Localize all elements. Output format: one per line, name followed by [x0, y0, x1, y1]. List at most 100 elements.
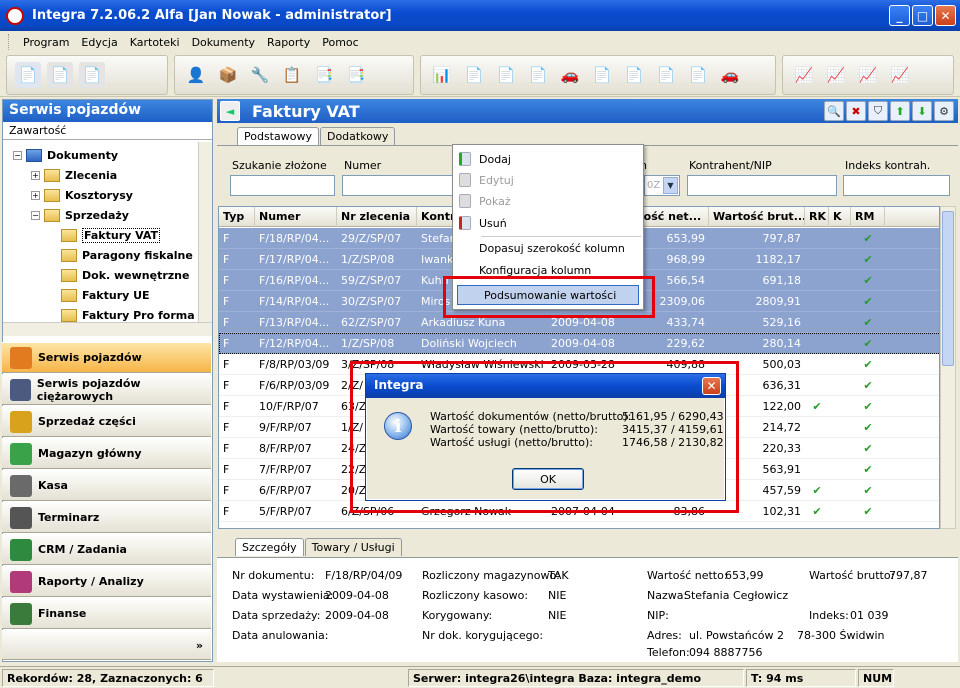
context-menu-item[interactable]: Dodaj [453, 148, 643, 170]
tree-item[interactable]: Faktury Pro forma [61, 306, 195, 322]
tools-icon[interactable]: 🔧 [247, 62, 273, 88]
report-s-icon[interactable]: 📈 [791, 62, 817, 88]
tree-item[interactable]: + Zlecenia [31, 166, 117, 184]
cell-brut: 2809,91 [755, 295, 802, 308]
ok-button[interactable]: OK [512, 468, 584, 490]
new-doc-icon[interactable]: 📄 [15, 62, 41, 88]
context-menu-item[interactable]: Dopasuj szerokość kolumn [453, 237, 643, 259]
tab-podstawowy[interactable]: Podstawowy [237, 127, 319, 145]
nav-button[interactable]: Serwis pojazdów [2, 342, 211, 373]
dialog-close-icon[interactable]: ✕ [702, 377, 721, 395]
folder-icon [61, 288, 77, 302]
doc-b-icon[interactable]: 📄 [493, 62, 519, 88]
nav-more-button[interactable]: » [2, 630, 211, 660]
nav-button[interactable]: Finanse [2, 598, 211, 629]
doc-e-icon[interactable]: 📄 [621, 62, 647, 88]
back-icon[interactable]: ◄ [220, 101, 240, 121]
search-icon[interactable]: 🔍 [824, 101, 844, 121]
doc-d-icon[interactable]: 📄 [589, 62, 615, 88]
nav-button[interactable]: Magazyn główny [2, 438, 211, 469]
tab-dodatkowy[interactable]: Dodatkowy [319, 127, 396, 145]
clear-filter-icon[interactable]: ✖ [846, 101, 866, 121]
column-header[interactable]: Nr zlecenia [337, 207, 417, 227]
nav-button[interactable]: Terminarz [2, 502, 211, 533]
box-icon[interactable]: 📦 [215, 62, 241, 88]
car-doc-icon[interactable]: 🚗 [717, 62, 743, 88]
list-check-icon[interactable]: 📑 [343, 62, 369, 88]
tree-hscrollbar[interactable] [3, 322, 212, 336]
column-header[interactable]: Wartość brut... [709, 207, 805, 227]
close-button[interactable]: ✕ [935, 5, 956, 26]
table-row[interactable]: F F/12/RP/04... 1/Z/SP/08 Doliński Wojciech… [219, 333, 939, 354]
context-menu-item[interactable]: Usuń [453, 212, 643, 234]
minimize-button[interactable]: _ [889, 5, 910, 26]
nav-button[interactable]: Serwis pojazdów ciężarowych [2, 374, 211, 405]
tree-item[interactable]: Paragony fiskalne [61, 246, 193, 264]
tree-item[interactable]: Faktury VAT [61, 226, 161, 244]
column-header[interactable]: RM [851, 207, 885, 227]
nav-button-label: Sprzedaż części [38, 415, 136, 428]
tab-szczegoly[interactable]: Szczegóły [235, 538, 304, 556]
menu-kartoteki[interactable]: Kartoteki [124, 36, 186, 49]
menu-raporty[interactable]: Raporty [261, 36, 316, 49]
tree-item[interactable]: − Sprzedaży [31, 206, 129, 224]
collapse-icon[interactable]: − [13, 150, 22, 160]
contractor-icon[interactable]: 📋 [279, 62, 305, 88]
nav-button[interactable]: Kasa [2, 470, 211, 501]
menu-program[interactable]: Program [17, 36, 75, 49]
tree-item[interactable]: − Dokumenty [13, 146, 118, 164]
report-f-icon[interactable]: 📈 [855, 62, 881, 88]
index-input[interactable] [843, 175, 950, 196]
cell-rm: ✔ [863, 484, 873, 497]
contractor-input[interactable] [687, 175, 837, 196]
search-number-input[interactable] [342, 175, 457, 196]
cell-zlec: 62/Z/SP/07 [341, 316, 402, 329]
nav-button[interactable]: Raporty / Analizy [2, 566, 211, 597]
doc-c-icon[interactable]: 📄 [525, 62, 551, 88]
chevron-down-icon[interactable]: ▼ [663, 177, 678, 194]
tree-scrollbar[interactable] [198, 142, 212, 322]
grid-scrollbar[interactable] [940, 206, 956, 529]
context-menu-item[interactable]: Pokaż [453, 190, 643, 212]
menu-dokumenty[interactable]: Dokumenty [186, 36, 261, 49]
cash-settled-value: NIE [548, 589, 567, 602]
doc-g-icon[interactable]: 📄 [685, 62, 711, 88]
list-icon[interactable]: 📑 [311, 62, 337, 88]
dialog-line-goods-label: Wartość towary (netto/brutto): [430, 423, 598, 436]
nav-button[interactable]: CRM / Zadania [2, 534, 211, 565]
tree-item[interactable]: + Kosztorysy [31, 186, 133, 204]
view-doc-icon[interactable]: 📄 [79, 62, 105, 88]
cell-numer: F/17/RP/04... [259, 253, 330, 266]
collapse-icon[interactable]: − [31, 210, 40, 220]
settings-icon[interactable]: ⚙ [934, 101, 954, 121]
car-icon[interactable]: 🚗 [557, 62, 583, 88]
expand-icon[interactable]: + [31, 190, 40, 200]
filter-icon[interactable]: ⛉ [868, 101, 888, 121]
report-m-icon[interactable]: 📈 [823, 62, 849, 88]
menu-edycja[interactable]: Edycja [75, 36, 123, 49]
column-header[interactable]: Typ [219, 207, 255, 227]
doc-2-icon[interactable]: 📊 [429, 62, 455, 88]
tree-item-label: Faktury UE [82, 288, 150, 302]
column-header[interactable]: K [829, 207, 851, 227]
date-combo[interactable]: 0Z ▼ [644, 175, 680, 196]
report-k-icon[interactable]: 📈 [887, 62, 913, 88]
column-header[interactable]: RK [805, 207, 829, 227]
tree-item[interactable]: Faktury UE [61, 286, 150, 304]
doc-a-icon[interactable]: 📄 [461, 62, 487, 88]
maximize-button[interactable]: □ [912, 5, 933, 26]
context-menu-item[interactable]: Edytuj [453, 169, 643, 191]
search-complex-input[interactable] [230, 175, 335, 196]
menu-pomoc[interactable]: Pomoc [316, 36, 364, 49]
column-header[interactable]: Numer [255, 207, 337, 227]
expand-icon[interactable]: + [31, 170, 40, 180]
tab-towary-uslugi[interactable]: Towary / Usługi [304, 538, 402, 556]
nav-button[interactable]: Sprzedaż części [2, 406, 211, 437]
tree-item[interactable]: Dok. wewnętrzne [61, 266, 189, 284]
user-icon[interactable]: 👤 [183, 62, 209, 88]
import-icon[interactable]: ⬇ [912, 101, 932, 121]
doc-f-icon[interactable]: 📄 [653, 62, 679, 88]
edit-doc-icon[interactable]: 📄 [47, 62, 73, 88]
context-menu-item-label: Usuń [479, 216, 507, 230]
export-icon[interactable]: ⬆ [890, 101, 910, 121]
